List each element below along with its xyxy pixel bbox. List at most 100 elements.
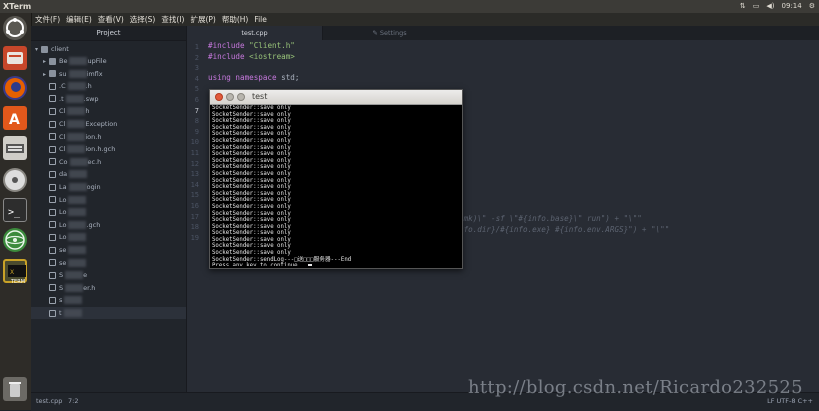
software-center-icon[interactable]: A	[3, 106, 27, 130]
terminal-output[interactable]: SocketSender::save only SocketSender::sav…	[212, 105, 460, 266]
tree-file[interactable]: Cl Exception	[49, 118, 117, 130]
tree-file[interactable]: da	[49, 168, 88, 180]
disc-icon[interactable]	[3, 168, 27, 192]
file-icon	[49, 246, 56, 254]
tree-file[interactable]: Lo	[49, 206, 87, 218]
tree-file[interactable]: Ser.h	[49, 282, 95, 294]
tree-item-suffix: e	[83, 271, 88, 280]
tree-file[interactable]: Lo	[49, 194, 87, 206]
tree-file[interactable]: Cl ion.h.gch	[49, 143, 115, 155]
tree-item-label: da	[59, 170, 68, 179]
atom-editor-icon[interactable]	[3, 228, 27, 252]
tree-file[interactable]: s	[49, 294, 83, 306]
line-number: 9	[194, 127, 199, 136]
xterm-icon[interactable]: X TERM	[3, 259, 27, 285]
terminal-icon[interactable]: >_	[3, 198, 27, 222]
terminal-cursor	[307, 263, 312, 266]
terminal-window[interactable]: test SocketSender::save only SocketSender…	[209, 89, 463, 269]
terminal-line: SocketSender::save only	[212, 190, 291, 197]
minimize-icon[interactable]	[226, 93, 234, 101]
line-number: 8	[194, 117, 199, 126]
tree-item-suffix: .swp	[83, 94, 99, 103]
firefox-icon[interactable]	[3, 76, 27, 100]
line-number: 2	[194, 53, 199, 62]
terminal-line: SocketSender::save only	[212, 144, 291, 151]
wrench-icon: ✎	[372, 29, 378, 37]
trash-icon[interactable]	[3, 377, 27, 401]
file-icon	[49, 183, 56, 191]
menu-packages[interactable]: 扩展(P)	[189, 13, 216, 26]
tree-item-label: se	[59, 246, 67, 254]
line-number: 13	[190, 170, 199, 179]
tree-file[interactable]: se	[49, 244, 87, 256]
keyboard-icon[interactable]: ▭	[753, 2, 760, 10]
tree-file[interactable]: .C .h	[49, 80, 92, 92]
terminal-line: SocketSender::save only	[212, 210, 291, 217]
tree-file[interactable]: Se	[49, 269, 87, 281]
tree-file[interactable]: Co ec.h	[49, 156, 101, 168]
status-filename[interactable]: test.cpp	[36, 397, 62, 405]
tree-file[interactable]: .t .swp	[49, 93, 99, 105]
terminal-line: SocketSender::save only	[212, 131, 291, 138]
tree-item-label: Cl	[59, 145, 66, 154]
tree-item-suffix: er.h	[83, 283, 96, 292]
line-number: 16	[190, 202, 199, 210]
redacted-text	[69, 57, 88, 65]
svg-text:>_: >_	[8, 207, 21, 218]
redacted-text	[65, 283, 84, 292]
tree-item-label: .t	[59, 94, 64, 103]
terminal-line: SocketSender::save only	[212, 170, 291, 177]
redacted-text	[67, 132, 86, 141]
file-icon	[49, 309, 56, 317]
menu-help[interactable]: 帮助(H)	[221, 13, 250, 26]
file-icon	[49, 120, 56, 128]
tree-item-label: Lo	[59, 220, 67, 229]
menu-edit[interactable]: 编辑(E)	[65, 13, 93, 26]
tree-file[interactable]: Cl h	[49, 105, 89, 117]
keyboard-app-icon[interactable]	[3, 136, 27, 160]
network-icon[interactable]: ⇅	[740, 2, 746, 10]
tree-item-suffix: h	[85, 107, 90, 116]
tree-folder[interactable]: ▸ Be upFile	[43, 55, 107, 67]
cursor-position[interactable]: 7:2	[68, 397, 78, 405]
status-encoding[interactable]: LF UTF-8 C++	[767, 397, 813, 405]
project-panel-header[interactable]: Project	[31, 26, 186, 41]
tree-root-folder[interactable]: ▾ client	[35, 43, 69, 55]
tree-file[interactable]: Lo	[49, 231, 87, 243]
terminal-titlebar[interactable]: test	[210, 90, 462, 105]
file-icon	[49, 221, 56, 229]
dash-home-icon[interactable]	[3, 16, 27, 40]
tree-file[interactable]: se	[49, 257, 87, 269]
tree-item-suffix: .h	[85, 82, 92, 91]
tree-file[interactable]: La ogin	[49, 181, 101, 193]
menu-selection[interactable]: 选择(S)	[129, 13, 157, 26]
terminal-line: SocketSender::save only	[212, 250, 291, 257]
file-icon	[49, 158, 56, 166]
tree-item-label: S	[59, 283, 64, 292]
tree-folder[interactable]: ▸ su imflx	[43, 68, 103, 80]
maximize-icon[interactable]	[237, 93, 245, 101]
volume-icon[interactable]: ◀)	[766, 2, 774, 10]
terminal-line: SocketSender::save only	[212, 137, 291, 144]
tab-settings[interactable]: ✎ Settings	[322, 26, 457, 40]
terminal-line: SocketSender::save only	[212, 105, 291, 111]
tree-file[interactable]: Cl ion.h	[49, 131, 101, 143]
menu-find[interactable]: 查找(I)	[160, 13, 185, 26]
gear-icon[interactable]: ⚙	[809, 2, 815, 10]
file-icon	[49, 82, 56, 90]
launcher: A >_ X TERM	[0, 13, 32, 410]
menu-view[interactable]: 查看(V)	[97, 13, 125, 26]
tree-file[interactable]: Lo .gch	[49, 219, 100, 231]
editor-tab-bar: test.cpp ✎ Settings	[187, 26, 819, 41]
menu-file[interactable]: 文件(F)	[34, 13, 61, 26]
file-icon	[49, 284, 56, 292]
tab-test-cpp[interactable]: test.cpp	[187, 26, 323, 40]
close-icon[interactable]	[215, 93, 223, 101]
clock[interactable]: 09:14	[782, 2, 802, 10]
terminal-line: SocketSender::save only	[212, 118, 291, 125]
file-icon	[49, 145, 56, 153]
tree-file[interactable]: t	[49, 307, 82, 319]
files-icon[interactable]	[3, 46, 27, 70]
include-path: "Client.h"	[249, 41, 295, 50]
menu-file-extra[interactable]: File	[253, 13, 268, 26]
